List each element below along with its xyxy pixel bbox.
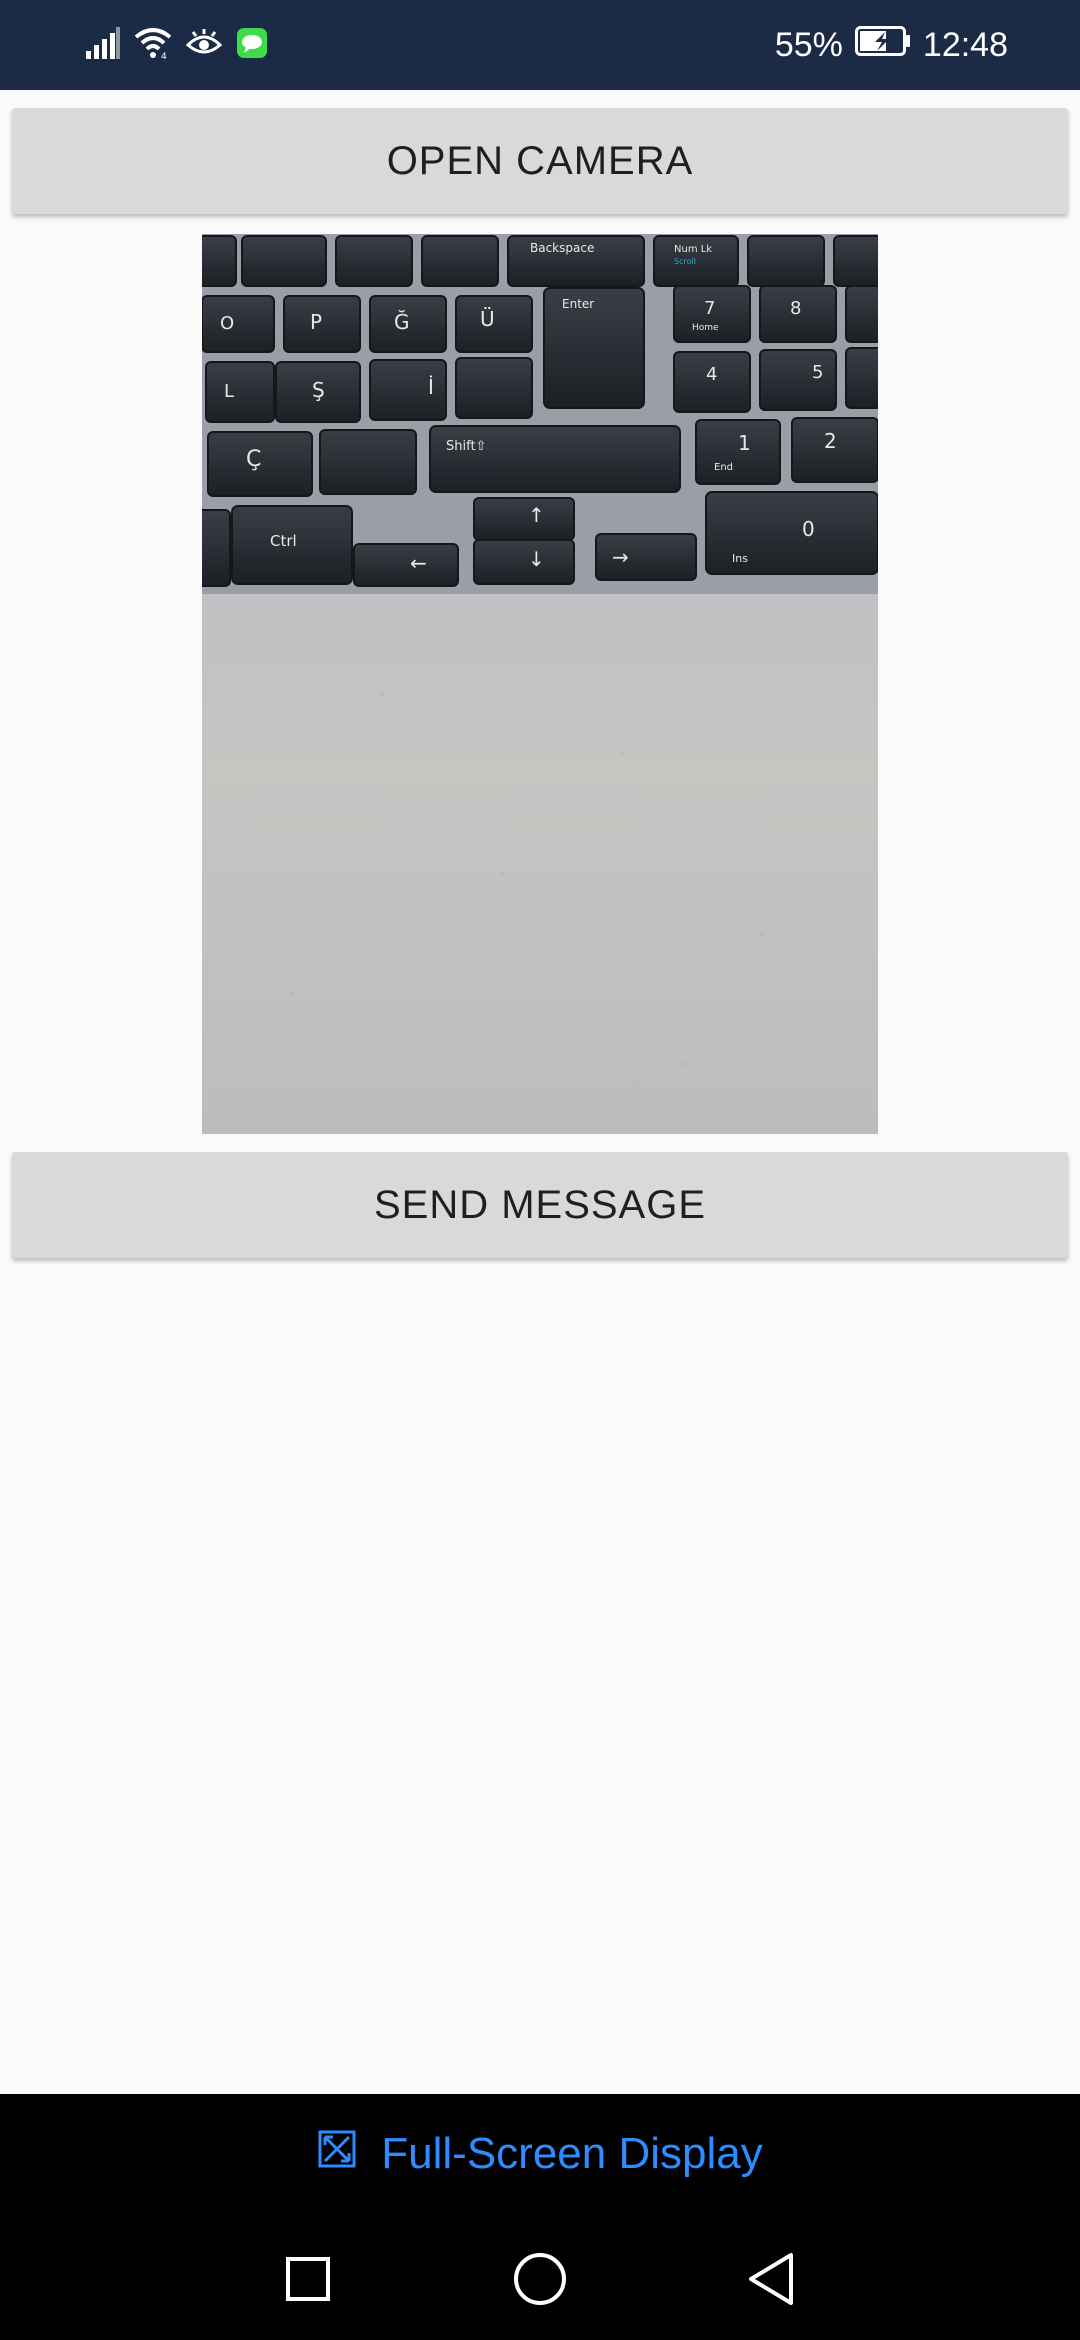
navigation-bar [0,2214,1080,2340]
svg-text:5: 5 [812,362,823,383]
svg-text:İ: İ [428,375,434,399]
signal-icon [86,26,120,64]
svg-text:Ğ: Ğ [394,310,410,334]
svg-text:8: 8 [790,298,801,319]
svg-text:4: 4 [706,364,717,385]
svg-text:Scroll: Scroll [674,257,696,266]
fullscreen-display-label: Full-Screen Display [381,2129,763,2178]
svg-text:P: P [310,310,322,334]
svg-text:4: 4 [161,52,167,59]
fullscreen-icon [317,2129,357,2180]
svg-text:Ş: Ş [312,378,325,402]
svg-text:0: 0 [802,517,815,541]
status-icons-right: 55% 12:48 [775,22,1008,68]
svg-text:←: ← [410,551,427,575]
recents-square-icon[interactable] [273,2244,343,2314]
svg-text:1: 1 [738,431,751,455]
svg-text:Home: Home [692,323,719,333]
svg-text:7: 7 [704,298,715,319]
svg-text:Ü: Ü [480,307,495,331]
eye-comfort-icon [185,27,223,64]
svg-text:End: End [714,462,733,473]
svg-text:Enter: Enter [562,297,594,311]
captured-photo: Backspace Num Lk Scroll Enter 7 Home 8 O… [202,234,878,1134]
svg-text:L: L [224,381,234,402]
battery-percentage: 55% [774,26,843,64]
svg-text:Backspace: Backspace [530,241,594,255]
home-circle-icon[interactable] [505,2244,575,2314]
svg-text:Ç: Ç [246,447,261,472]
battery-charging-icon [854,25,911,65]
send-message-button[interactable]: SEND MESSAGE [12,1152,1068,1258]
back-triangle-icon[interactable] [736,2244,806,2314]
svg-text:↓: ↓ [528,547,545,571]
status-bar: 4 55% 12:48 [0,0,1080,90]
svg-text:Ctrl: Ctrl [270,532,297,550]
wifi-icon: 4 [134,27,172,64]
svg-text:O: O [220,313,234,334]
fullscreen-display-bar[interactable]: Full-Screen Display [0,2094,1080,2214]
message-notification-icon [236,27,268,64]
svg-text:2: 2 [824,429,837,453]
status-icons-left: 4 [86,22,268,68]
clock: 12:48 [922,26,1008,64]
svg-text:Num Lk: Num Lk [674,244,712,255]
svg-text:Shift⇧: Shift⇧ [446,439,486,454]
svg-text:→: → [612,545,629,569]
open-camera-button[interactable]: OPEN CAMERA [12,108,1068,214]
svg-text:Ins: Ins [732,552,748,565]
svg-text:↑: ↑ [528,503,545,527]
